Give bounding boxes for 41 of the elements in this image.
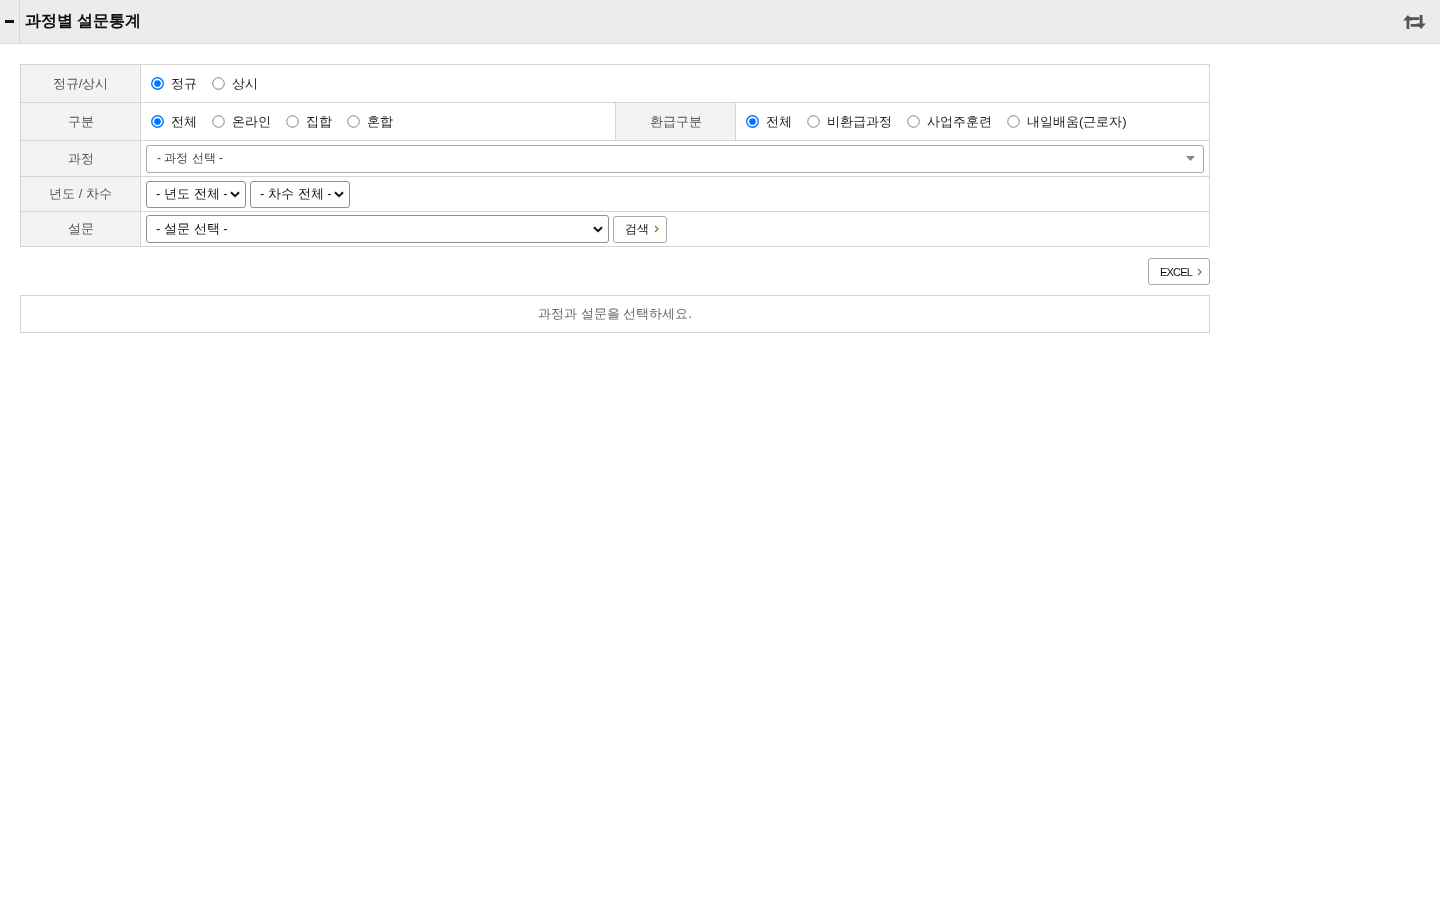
field-label: 과정: [20, 140, 141, 177]
chevron-down-icon: [593, 225, 603, 233]
combo-box[interactable]: - 과정 선택 -: [146, 144, 1204, 173]
radio-label[interactable]: 전체: [171, 112, 197, 131]
radio-label[interactable]: 혼합: [367, 112, 393, 131]
excel-button[interactable]: EXCEL: [1147, 258, 1210, 285]
dropdown-select[interactable]: - 설문 선택 -: [146, 215, 609, 243]
radio-button[interactable]: [151, 77, 164, 90]
radio-label[interactable]: 정규: [171, 74, 197, 93]
radio-label[interactable]: 온라인: [232, 112, 271, 131]
chevron-right-icon: [654, 225, 659, 233]
radio-label[interactable]: 비환급과정: [827, 112, 892, 131]
field-label: 환급구분: [615, 102, 736, 141]
search-button[interactable]: 검색: [613, 215, 667, 243]
radio-label[interactable]: 전체: [766, 112, 792, 131]
chevron-down-icon: [230, 190, 240, 198]
dropdown-select[interactable]: - 차수 전체 -: [250, 180, 350, 208]
radio-button[interactable]: [907, 115, 920, 128]
dropdown-select[interactable]: - 년도 전체 -: [146, 180, 246, 208]
radio-button[interactable]: [212, 115, 225, 128]
radio-button[interactable]: [746, 115, 759, 128]
radio-label[interactable]: 사업주훈련: [927, 112, 992, 131]
radio-button[interactable]: [151, 115, 164, 128]
field-label: 구분: [20, 102, 141, 141]
chevron-right-icon: [1197, 267, 1202, 276]
radio-button[interactable]: [212, 77, 225, 90]
field-label: 설문: [20, 211, 141, 247]
chevron-down-icon: [334, 190, 344, 198]
radio-button[interactable]: [286, 115, 299, 128]
caret-down-icon: [1186, 156, 1195, 161]
radio-button[interactable]: [347, 115, 360, 128]
field-label: 정규/상시: [20, 64, 141, 103]
radio-label[interactable]: 내일배움(근로자): [1027, 112, 1127, 131]
radio-button[interactable]: [1007, 115, 1020, 128]
radio-label[interactable]: 상시: [232, 74, 258, 93]
radio-button[interactable]: [807, 115, 820, 128]
radio-label[interactable]: 집합: [306, 112, 332, 131]
field-label: 년도 / 차수: [20, 176, 141, 212]
refresh-icon[interactable]: [1403, 13, 1426, 30]
page-title: 과정별 설문통계: [19, 0, 142, 43]
empty-message: 과정과 설문을 선택하세요.: [20, 295, 1210, 333]
